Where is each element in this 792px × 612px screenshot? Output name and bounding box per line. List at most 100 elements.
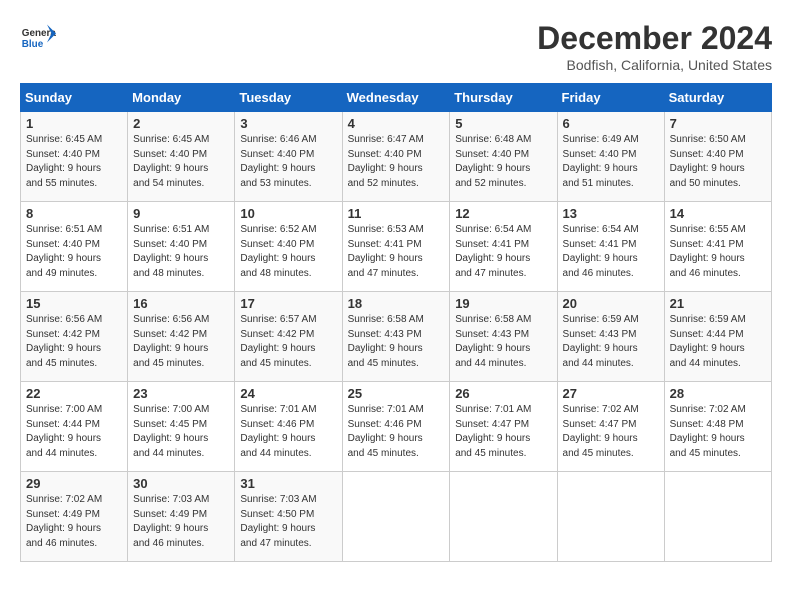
day-number: 21: [670, 296, 766, 311]
day-cell: 2 Sunrise: 6:45 AM Sunset: 4:40 PM Daylig…: [128, 112, 235, 202]
calendar-header: SundayMondayTuesdayWednesdayThursdayFrid…: [21, 84, 772, 112]
day-info: Sunrise: 7:02 AM Sunset: 4:47 PM Dayligh…: [563, 403, 659, 461]
day-number: 1: [26, 116, 122, 131]
day-info: Sunrise: 7:00 AM Sunset: 4:44 PM Dayligh…: [26, 403, 122, 461]
title-area: December 2024 Bodfish, California, Unite…: [537, 20, 772, 73]
day-info: Sunrise: 6:56 AM Sunset: 4:42 PM Dayligh…: [26, 313, 122, 371]
day-cell: 6 Sunrise: 6:49 AM Sunset: 4:40 PM Daylig…: [557, 112, 664, 202]
day-info: Sunrise: 6:57 AM Sunset: 4:42 PM Dayligh…: [240, 313, 336, 371]
column-header-monday: Monday: [128, 84, 235, 112]
day-cell: 23 Sunrise: 7:00 AM Sunset: 4:45 PM Dayli…: [128, 382, 235, 472]
day-info: Sunrise: 6:59 AM Sunset: 4:43 PM Dayligh…: [563, 313, 659, 371]
day-number: 26: [455, 386, 551, 401]
day-number: 11: [348, 206, 445, 221]
day-cell: 14 Sunrise: 6:55 AM Sunset: 4:41 PM Dayli…: [664, 202, 771, 292]
week-row-2: 8 Sunrise: 6:51 AM Sunset: 4:40 PM Daylig…: [21, 202, 772, 292]
day-info: Sunrise: 7:01 AM Sunset: 4:46 PM Dayligh…: [348, 403, 445, 461]
day-info: Sunrise: 7:03 AM Sunset: 4:49 PM Dayligh…: [133, 493, 229, 551]
column-header-saturday: Saturday: [664, 84, 771, 112]
day-info: Sunrise: 6:46 AM Sunset: 4:40 PM Dayligh…: [240, 133, 336, 191]
column-header-tuesday: Tuesday: [235, 84, 342, 112]
column-header-wednesday: Wednesday: [342, 84, 450, 112]
day-cell: 13Sunrise: 6:54 AM Sunset: 4:41 PM Dayli…: [557, 202, 664, 292]
column-header-sunday: Sunday: [21, 84, 128, 112]
day-cell: 4 Sunrise: 6:47 AM Sunset: 4:40 PM Daylig…: [342, 112, 450, 202]
day-number: 31: [240, 476, 336, 491]
day-number: 7: [670, 116, 766, 131]
column-header-thursday: Thursday: [450, 84, 557, 112]
day-number: 16: [133, 296, 229, 311]
day-cell: 25 Sunrise: 7:01 AM Sunset: 4:46 PM Dayli…: [342, 382, 450, 472]
day-number: 30: [133, 476, 229, 491]
day-info: Sunrise: 6:59 AM Sunset: 4:44 PM Dayligh…: [670, 313, 766, 371]
day-info: Sunrise: 6:48 AM Sunset: 4:40 PM Dayligh…: [455, 133, 551, 191]
day-cell: 19 Sunrise: 6:58 AM Sunset: 4:43 PM Dayli…: [450, 292, 557, 382]
day-info: Sunrise: 7:02 AM Sunset: 4:48 PM Dayligh…: [670, 403, 766, 461]
day-number: 9: [133, 206, 229, 221]
week-row-1: 1 Sunrise: 6:45 AM Sunset: 4:40 PM Daylig…: [21, 112, 772, 202]
day-number: 22: [26, 386, 122, 401]
day-cell: 31 Sunrise: 7:03 AM Sunset: 4:50 PM Dayli…: [235, 472, 342, 562]
day-info: Sunrise: 6:56 AM Sunset: 4:42 PM Dayligh…: [133, 313, 229, 371]
calendar: SundayMondayTuesdayWednesdayThursdayFrid…: [20, 83, 772, 562]
column-header-friday: Friday: [557, 84, 664, 112]
day-number: 17: [240, 296, 336, 311]
day-cell: 26 Sunrise: 7:01 AM Sunset: 4:47 PM Dayli…: [450, 382, 557, 472]
day-number: 5: [455, 116, 551, 131]
day-info: Sunrise: 6:49 AM Sunset: 4:40 PM Dayligh…: [563, 133, 659, 191]
day-info: Sunrise: 6:51 AM Sunset: 4:40 PM Dayligh…: [133, 223, 229, 281]
svg-text:Blue: Blue: [22, 39, 44, 50]
day-cell: 17 Sunrise: 6:57 AM Sunset: 4:42 PM Dayli…: [235, 292, 342, 382]
day-cell: [342, 472, 450, 562]
week-row-3: 15 Sunrise: 6:56 AM Sunset: 4:42 PM Dayli…: [21, 292, 772, 382]
day-cell: 5 Sunrise: 6:48 AM Sunset: 4:40 PM Daylig…: [450, 112, 557, 202]
day-info: Sunrise: 6:45 AM Sunset: 4:40 PM Dayligh…: [26, 133, 122, 191]
day-number: 14: [670, 206, 766, 221]
day-number: 20: [563, 296, 659, 311]
day-info: Sunrise: 6:54 AM Sunset: 4:41 PM Dayligh…: [563, 223, 659, 281]
day-number: 8: [26, 206, 122, 221]
day-info: Sunrise: 6:58 AM Sunset: 4:43 PM Dayligh…: [455, 313, 551, 371]
day-cell: 3 Sunrise: 6:46 AM Sunset: 4:40 PM Daylig…: [235, 112, 342, 202]
day-info: Sunrise: 6:53 AM Sunset: 4:41 PM Dayligh…: [348, 223, 445, 281]
day-cell: 20 Sunrise: 6:59 AM Sunset: 4:43 PM Dayli…: [557, 292, 664, 382]
day-info: Sunrise: 6:58 AM Sunset: 4:43 PM Dayligh…: [348, 313, 445, 371]
week-row-4: 22 Sunrise: 7:00 AM Sunset: 4:44 PM Dayli…: [21, 382, 772, 472]
day-cell: 15 Sunrise: 6:56 AM Sunset: 4:42 PM Dayli…: [21, 292, 128, 382]
day-number: 25: [348, 386, 445, 401]
day-cell: 29 Sunrise: 7:02 AM Sunset: 4:49 PM Dayli…: [21, 472, 128, 562]
day-number: 15: [26, 296, 122, 311]
day-cell: 22 Sunrise: 7:00 AM Sunset: 4:44 PM Dayli…: [21, 382, 128, 472]
day-info: Sunrise: 6:54 AM Sunset: 4:41 PM Dayligh…: [455, 223, 551, 281]
day-cell: [450, 472, 557, 562]
day-info: Sunrise: 6:55 AM Sunset: 4:41 PM Dayligh…: [670, 223, 766, 281]
day-info: Sunrise: 6:47 AM Sunset: 4:40 PM Dayligh…: [348, 133, 445, 191]
day-cell: 9 Sunrise: 6:51 AM Sunset: 4:40 PM Daylig…: [128, 202, 235, 292]
day-cell: [557, 472, 664, 562]
day-cell: [664, 472, 771, 562]
day-number: 3: [240, 116, 336, 131]
day-number: 27: [563, 386, 659, 401]
day-cell: 7 Sunrise: 6:50 AM Sunset: 4:40 PM Daylig…: [664, 112, 771, 202]
day-number: 19: [455, 296, 551, 311]
day-info: Sunrise: 7:00 AM Sunset: 4:45 PM Dayligh…: [133, 403, 229, 461]
day-number: 6: [563, 116, 659, 131]
day-info: Sunrise: 7:02 AM Sunset: 4:49 PM Dayligh…: [26, 493, 122, 551]
day-number: 10: [240, 206, 336, 221]
day-info: Sunrise: 6:50 AM Sunset: 4:40 PM Dayligh…: [670, 133, 766, 191]
day-number: 4: [348, 116, 445, 131]
day-info: Sunrise: 6:51 AM Sunset: 4:40 PM Dayligh…: [26, 223, 122, 281]
day-number: 12: [455, 206, 551, 221]
day-number: 2: [133, 116, 229, 131]
day-cell: 11 Sunrise: 6:53 AM Sunset: 4:41 PM Dayli…: [342, 202, 450, 292]
day-cell: 28Sunrise: 7:02 AM Sunset: 4:48 PM Dayli…: [664, 382, 771, 472]
day-number: 24: [240, 386, 336, 401]
day-cell: 12 Sunrise: 6:54 AM Sunset: 4:41 PM Dayli…: [450, 202, 557, 292]
day-info: Sunrise: 7:03 AM Sunset: 4:50 PM Dayligh…: [240, 493, 336, 551]
day-cell: 30 Sunrise: 7:03 AM Sunset: 4:49 PM Dayli…: [128, 472, 235, 562]
day-info: Sunrise: 6:45 AM Sunset: 4:40 PM Dayligh…: [133, 133, 229, 191]
logo: General Blue: [20, 20, 56, 56]
day-number: 29: [26, 476, 122, 491]
day-number: 23: [133, 386, 229, 401]
day-info: Sunrise: 7:01 AM Sunset: 4:47 PM Dayligh…: [455, 403, 551, 461]
